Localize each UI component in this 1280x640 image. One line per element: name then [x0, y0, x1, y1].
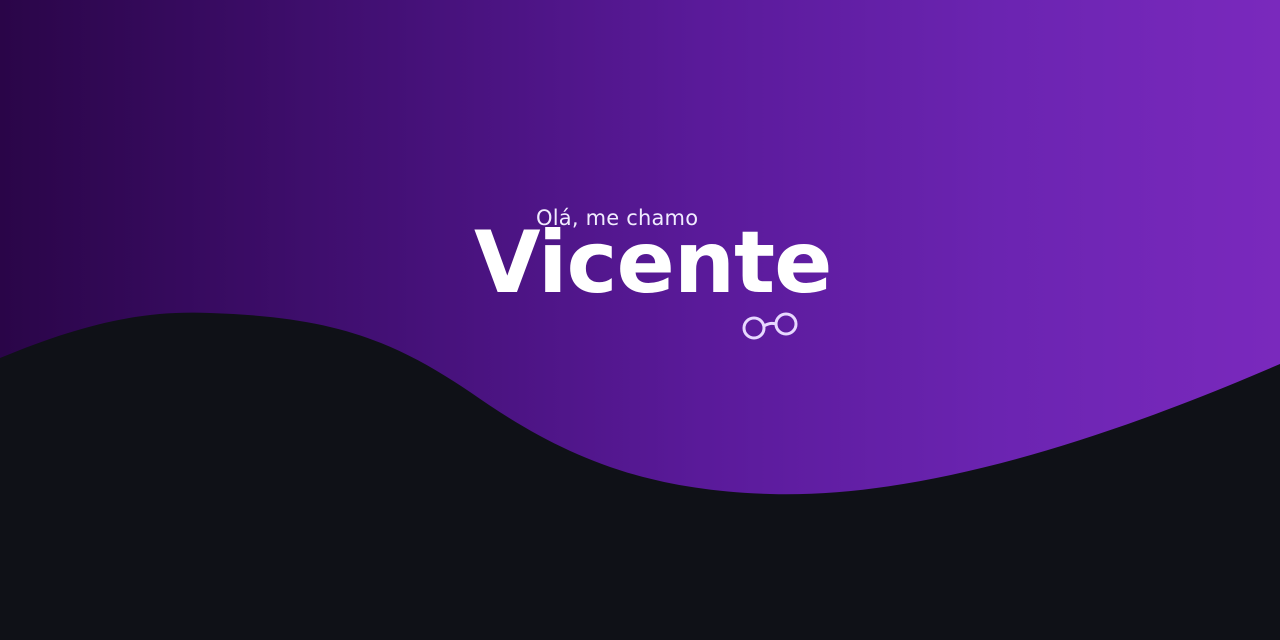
hero-banner: Olá, me chamo Vicente — [0, 0, 1280, 640]
glasses-icon — [742, 312, 798, 340]
hero-text-group: Olá, me chamo Vicente — [0, 0, 1280, 640]
main-name-heading: Vicente — [474, 213, 832, 313]
